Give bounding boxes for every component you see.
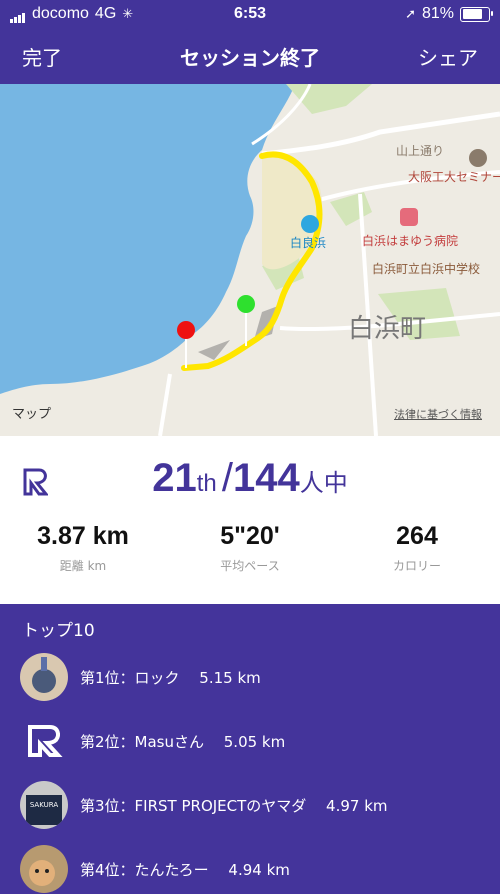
map-label-hospital: 白浜はまゆう病院 [362,234,459,248]
map-label-school: 白浜町立白浜中学校 [372,262,481,276]
total-suffix: 人中 [299,470,348,497]
end-pin-icon[interactable] [177,321,195,339]
route-map[interactable]: 山上通り 大阪工大セミナー 白良浜 白浜はまゆう病院 白浜町立白浜中学校 白浜町… [0,84,500,436]
distance-value: 3.87 km [37,522,129,550]
session-stats: 21th /144人中 3.87 km 距離 km 5"20' 平均ペース 26… [0,436,500,604]
pace-label: 平均ペース [220,559,280,573]
legal-link[interactable]: 法律に基づく情報 [394,406,482,422]
leaderboard-text: 第2位：Masuさん 5.05 km [80,732,286,751]
location-arrow-icon: ➚ [405,6,416,21]
map-label-shirarahama: 白良浜 [290,236,327,250]
share-button[interactable]: シェア [418,42,478,71]
calorie-value: 264 [396,522,438,550]
calorie-label: カロリー [392,559,441,573]
rank-slash: / [221,456,233,500]
rank-display: 21th /144人中 [0,456,500,501]
map-label-town: 白浜町 [348,314,427,344]
avatar [20,653,68,701]
r-logo-icon [28,725,63,757]
leaderboard-text: 第1位：ロック 5.15 km [80,668,261,687]
hospital-poi-icon[interactable] [400,208,418,226]
leaderboard-row[interactable]: 第1位：ロック 5.15 km [20,652,261,702]
status-right: ➚ 81% [405,5,493,23]
distance-stat: 3.87 km 距離 km [0,522,166,574]
beach-poi-icon[interactable] [301,215,319,233]
map-label-osaka: 大阪工大セミナー [408,170,500,184]
calorie-stat: 264 カロリー [334,522,500,574]
leaderboard-row[interactable]: 第2位：Masuさん 5.05 km [20,716,285,766]
status-bar: docomo 4G ✳ 6:53 ➚ 81% [0,0,500,30]
leaderboard-text: 第3位：FIRST PROJECTのヤマダ 4.97 km [80,796,388,815]
svg-text:SAKURA: SAKURA [30,801,58,809]
avatar [20,845,68,893]
distance-label: 距離 km [59,559,107,573]
top10-header: トップ10 [22,621,95,641]
battery-percent: 81% [421,5,454,22]
navigation-bar: 完了 セッション終了 シェア [0,30,500,84]
map-label-yamanoue: 山上通り [396,144,445,158]
start-pin-icon[interactable] [237,295,255,313]
leaderboard-text: 第4位：たんたろー 4.94 km [80,860,290,879]
top10-section: トップ10 第1位：ロック 5.15 km 第2位：Masuさん 5.05 km… [0,604,500,893]
rank-suffix: th [196,470,217,497]
avatar [20,717,68,765]
battery-icon [460,6,493,22]
leaderboard-row[interactable]: 第4位：たんたろー 4.94 km [20,844,290,894]
pace-stat: 5"20' 平均ペース [167,522,333,574]
pace-value: 5"20' [220,522,280,550]
avatar: SAKURA [20,781,68,829]
leaderboard-row[interactable]: SAKURA 第3位：FIRST PROJECTのヤマダ 4.97 km [20,780,388,830]
total-participants: 144 [232,456,300,500]
school-poi-icon[interactable] [469,149,487,167]
apple-maps-logo[interactable]: マップ [12,403,51,422]
rank-number: 21 [152,456,197,500]
